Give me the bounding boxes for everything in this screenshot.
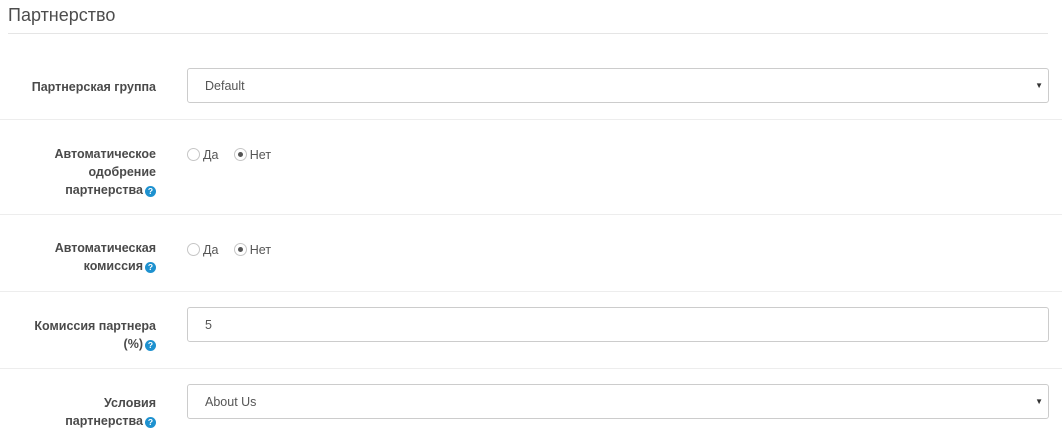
terms-label: Условия партнерства? bbox=[6, 394, 156, 430]
auto-approve-label-line: Автоматическое bbox=[54, 147, 157, 161]
form-row-commission: Комиссия партнера (%)? 5 bbox=[0, 292, 1062, 369]
help-icon[interactable]: ? bbox=[145, 262, 156, 273]
help-icon[interactable]: ? bbox=[145, 417, 156, 428]
auto-approve-label-line: одобрение bbox=[88, 165, 156, 179]
affiliate-group-label: Партнерская группа bbox=[31, 80, 156, 94]
auto-commission-no-label[interactable]: Нет bbox=[250, 243, 271, 257]
auto-commission-label: Автоматическая комиссия? bbox=[6, 239, 156, 275]
help-icon[interactable]: ? bbox=[145, 340, 156, 351]
affiliate-group-value: Default bbox=[205, 79, 245, 93]
auto-commission-label-line: комиссия bbox=[83, 259, 143, 273]
help-icon[interactable]: ? bbox=[145, 186, 156, 197]
auto-commission-label-line: Автоматическая bbox=[54, 241, 156, 255]
auto-commission-yes-radio[interactable] bbox=[187, 243, 200, 257]
section-legend: Партнерство bbox=[8, 0, 1048, 34]
terms-label-line: партнерства bbox=[65, 414, 143, 428]
auto-approve-no-radio[interactable] bbox=[233, 148, 247, 162]
chevron-down-icon: ▼ bbox=[1035, 397, 1043, 406]
auto-commission-radio-group: Да Нет bbox=[187, 242, 283, 257]
form-row-terms: Условия партнерства? About Us ▼ bbox=[0, 369, 1062, 448]
terms-value: About Us bbox=[205, 395, 257, 409]
auto-approve-yes-radio[interactable] bbox=[187, 148, 200, 162]
terms-label-line: Условия bbox=[103, 396, 156, 410]
commission-value: 5 bbox=[205, 318, 212, 332]
form-row-auto-commission: Автоматическая комиссия? Да Нет bbox=[0, 215, 1062, 292]
form-row-affiliate-group: Партнерская группа Default ▼ bbox=[0, 52, 1062, 120]
auto-approve-label-line: партнерства bbox=[65, 183, 143, 197]
commission-input[interactable]: 5 bbox=[187, 307, 1049, 342]
section-title: Партнерство bbox=[8, 5, 116, 25]
form-row-auto-approve: Автоматическое одобрение партнерства? Да… bbox=[0, 120, 1062, 215]
commission-label-line: (%) bbox=[123, 337, 143, 351]
commission-label-line: Комиссия партнера bbox=[34, 319, 156, 333]
auto-approve-label: Автоматическое одобрение партнерства? bbox=[6, 145, 156, 199]
commission-label: Комиссия партнера (%)? bbox=[6, 317, 156, 353]
terms-select[interactable]: About Us ▼ bbox=[187, 384, 1049, 419]
chevron-down-icon: ▼ bbox=[1035, 81, 1043, 90]
auto-approve-radio-group: Да Нет bbox=[187, 147, 283, 162]
auto-commission-no-radio[interactable] bbox=[233, 243, 247, 257]
auto-approve-yes-label[interactable]: Да bbox=[203, 148, 218, 162]
affiliate-group-select[interactable]: Default ▼ bbox=[187, 68, 1049, 103]
auto-commission-yes-label[interactable]: Да bbox=[203, 243, 218, 257]
auto-approve-no-label[interactable]: Нет bbox=[250, 148, 271, 162]
